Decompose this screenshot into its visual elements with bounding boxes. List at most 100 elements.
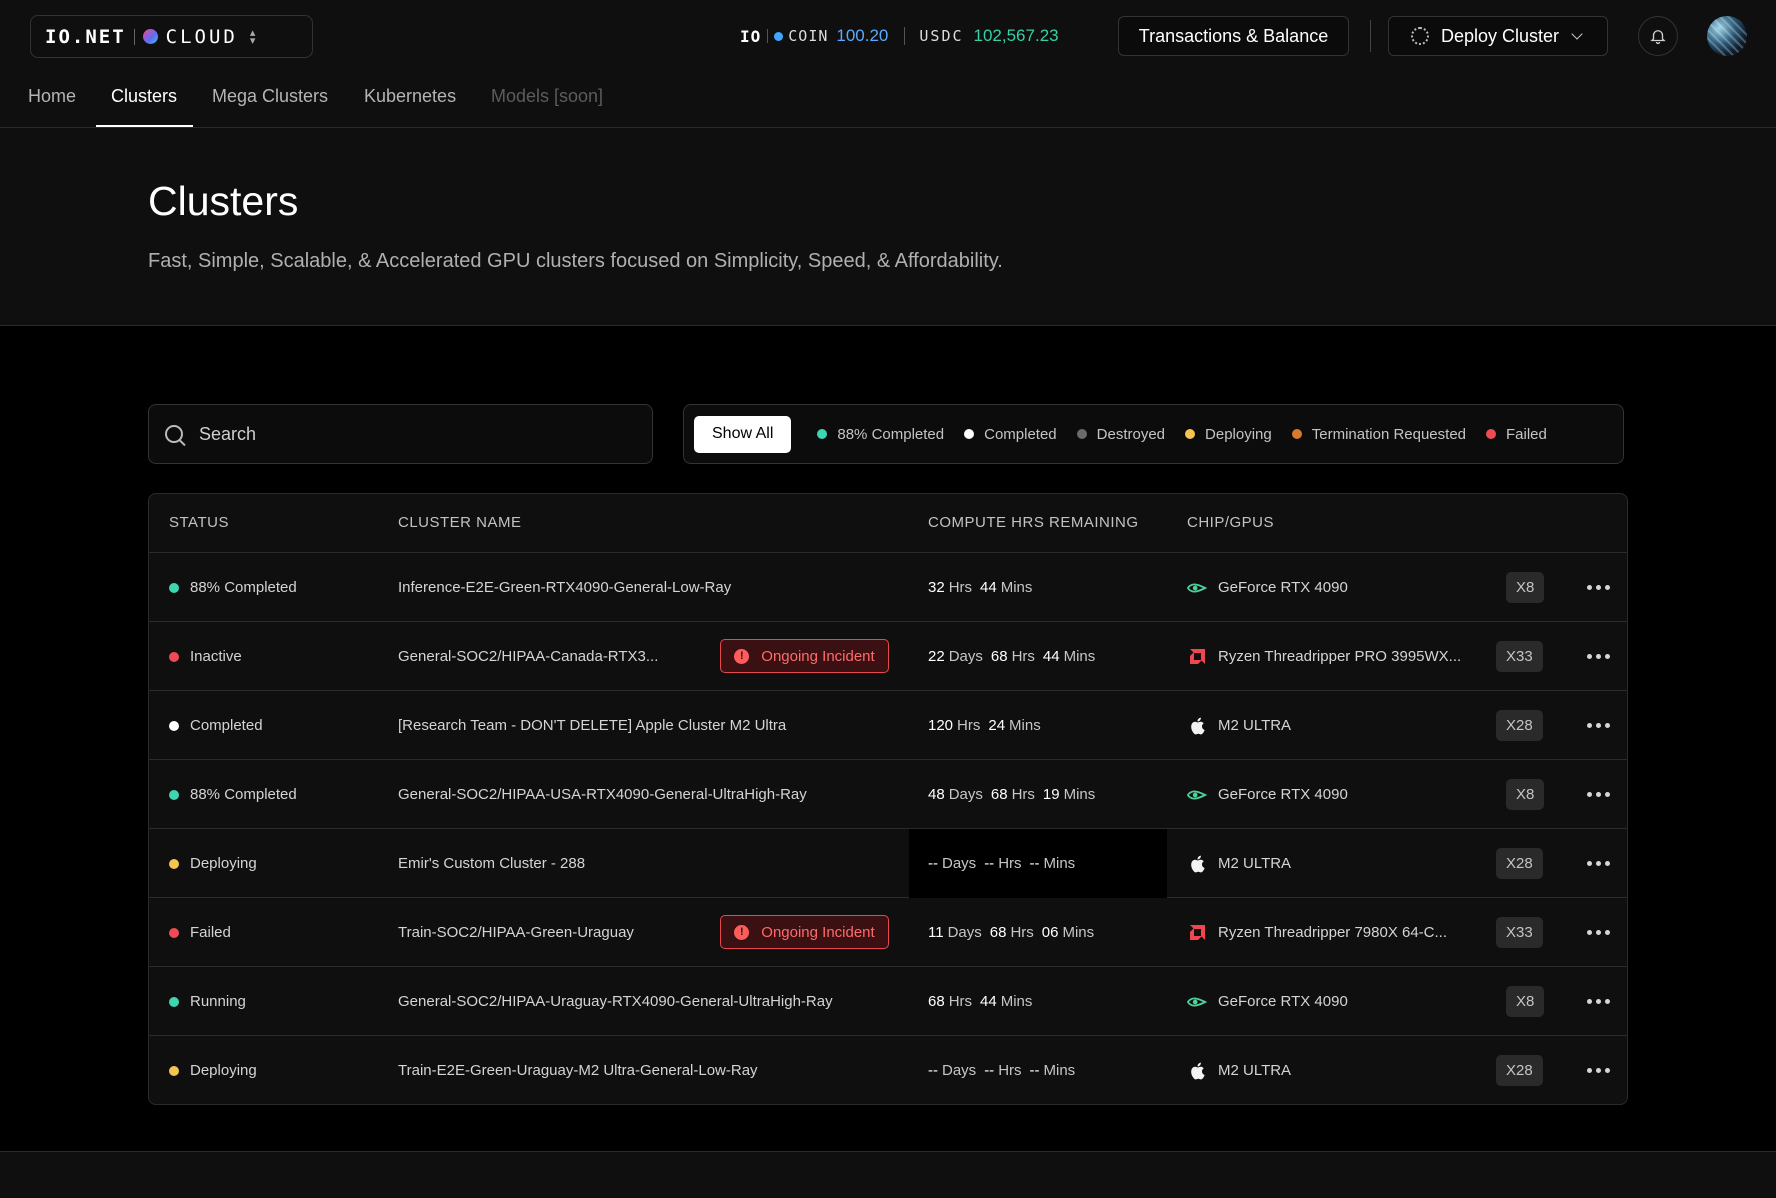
row-actions-more-icon[interactable] — [1587, 1036, 1610, 1104]
dot — [1596, 654, 1601, 659]
alert-icon: ! — [734, 924, 750, 940]
dot — [1605, 1068, 1610, 1073]
cluster-name[interactable]: General-SOC2/HIPAA-Uraguay-RTX4090-Gener… — [398, 967, 833, 1036]
chip-cell: GeForce RTX 4090 — [1187, 967, 1348, 1036]
table-row[interactable]: Deploying Emir's Custom Cluster - 288 --… — [149, 829, 1627, 898]
status-label: 88% Completed — [190, 786, 297, 803]
cluster-name[interactable]: Train-SOC2/HIPAA-Green-Uraguay — [398, 898, 634, 967]
ongoing-incident-badge[interactable]: ! Ongoing Incident — [720, 915, 889, 949]
filter-completed[interactable]: Completed — [964, 426, 1057, 443]
coin-divider — [767, 29, 769, 43]
dot — [1587, 930, 1592, 935]
search-input[interactable] — [199, 423, 619, 445]
filter-show-all[interactable]: Show All — [694, 415, 792, 453]
brand-divider — [133, 28, 135, 45]
compute-remaining: 32 Hrs 44 Mins — [928, 553, 1040, 622]
dot — [1596, 930, 1601, 935]
row-actions-more-icon[interactable] — [1587, 829, 1610, 898]
table-row[interactable]: Deploying Train-E2E-Green-Uraguay-M2 Ult… — [149, 1036, 1627, 1104]
cluster-name[interactable]: Train-E2E-Green-Uraguay-M2 Ultra-General… — [398, 1036, 758, 1104]
coin-icon — [774, 31, 784, 41]
gpu-count-badge: X33 — [1496, 641, 1543, 672]
status-dot — [169, 1065, 179, 1076]
row-actions-more-icon[interactable] — [1587, 967, 1610, 1036]
compute-value: 68 — [990, 648, 1008, 665]
compute-value: -- — [928, 1062, 938, 1079]
balance-divider — [904, 27, 906, 45]
status-filter-bar: Show All 88% Completed Completed Destroy… — [683, 404, 1624, 464]
notifications-button[interactable] — [1638, 16, 1678, 56]
status-label: Completed — [190, 717, 263, 734]
row-actions-more-icon[interactable] — [1587, 898, 1610, 967]
bell-icon — [1650, 30, 1666, 45]
chip-name: GeForce RTX 4090 — [1218, 579, 1348, 596]
cluster-name[interactable]: Emir's Custom Cluster - 288 — [398, 829, 585, 898]
balances: IO COIN 100.20 USDC 102,567.23 — [740, 23, 1059, 49]
row-actions-more-icon[interactable] — [1587, 622, 1610, 691]
nav-mega-clusters[interactable]: Mega Clusters — [212, 86, 328, 128]
nav-kubernetes[interactable]: Kubernetes — [364, 86, 456, 128]
footer — [0, 1151, 1776, 1198]
chip-name: GeForce RTX 4090 — [1218, 993, 1348, 1010]
filter-failed[interactable]: Failed — [1486, 426, 1547, 443]
filter-88-completed[interactable]: 88% Completed — [817, 426, 944, 443]
search-box[interactable] — [148, 404, 653, 464]
product-switcher[interactable]: IO.NET CLOUD ▴ ▾ — [30, 15, 313, 58]
compute-unit: Hrs — [998, 855, 1022, 872]
compute-value: 44 — [1042, 648, 1060, 665]
nvidia-icon — [1187, 787, 1207, 803]
cluster-name[interactable]: [Research Team - DON'T DELETE] Apple Clu… — [398, 691, 786, 760]
dot — [1596, 723, 1601, 728]
table-row[interactable]: Completed [Research Team - DON'T DELETE]… — [149, 691, 1627, 760]
table-row[interactable]: Inactive General-SOC2/HIPAA-Canada-RTX3.… — [149, 622, 1627, 691]
table-row[interactable]: Failed Train-SOC2/HIPAA-Green-Uraguay ! O… — [149, 898, 1627, 967]
filter-termination-requested[interactable]: Termination Requested — [1291, 426, 1466, 443]
ongoing-incident-badge[interactable]: ! Ongoing Incident — [720, 639, 889, 673]
status-cell: 88% Completed — [169, 760, 297, 829]
compute-unit: Mins — [1043, 1062, 1076, 1079]
brand-logo: IO.NET — [45, 25, 126, 48]
chip-name: M2 ULTRA — [1218, 717, 1292, 734]
dot — [1605, 861, 1610, 866]
status-dot — [817, 429, 828, 439]
cluster-name[interactable]: General-SOC2/HIPAA-Canada-RTX3... — [398, 622, 658, 691]
dot — [1596, 999, 1601, 1004]
table-row[interactable]: Running General-SOC2/HIPAA-Uraguay-RTX40… — [149, 967, 1627, 1036]
dot — [1605, 930, 1610, 935]
status-cell: Completed — [169, 691, 263, 760]
compute-remaining: 11 Days 68 Hrs 06 Mins — [928, 898, 1102, 967]
compute-value: 68 — [989, 924, 1007, 941]
usdc-label: USDC — [919, 27, 964, 45]
compute-unit: Mins — [1043, 855, 1076, 872]
table-row[interactable]: 88% Completed General-SOC2/HIPAA-USA-RTX… — [149, 760, 1627, 829]
status-dot — [1486, 429, 1497, 439]
compute-remaining: 120 Hrs 24 Mins — [928, 691, 1049, 760]
dot — [1605, 654, 1610, 659]
compute-value: 22 — [928, 648, 945, 665]
dot — [1596, 1068, 1601, 1073]
deploy-cluster-button[interactable]: Deploy Cluster — [1388, 16, 1608, 56]
transactions-balance-button[interactable]: Transactions & Balance — [1118, 16, 1349, 56]
nav-home[interactable]: Home — [28, 86, 76, 128]
cluster-name[interactable]: Inference-E2E-Green-RTX4090-General-Low-… — [398, 553, 731, 622]
row-actions-more-icon[interactable] — [1587, 760, 1610, 829]
status-dot — [1291, 429, 1302, 439]
user-avatar[interactable] — [1707, 16, 1747, 56]
filter-deploying[interactable]: Deploying — [1185, 426, 1272, 443]
cluster-name[interactable]: General-SOC2/HIPAA-USA-RTX4090-General-U… — [398, 760, 807, 829]
filter-destroyed[interactable]: Destroyed — [1076, 426, 1165, 443]
gpu-count-badge: X28 — [1496, 710, 1543, 741]
row-actions-more-icon[interactable] — [1587, 553, 1610, 622]
row-actions-more-icon[interactable] — [1587, 691, 1610, 760]
chip-cell: Ryzen Threadripper PRO 3995WX... — [1187, 622, 1461, 691]
status-cell: Deploying — [169, 829, 257, 898]
column-header-status: STATUS — [169, 514, 229, 531]
page-subtitle: Fast, Simple, Scalable, & Accelerated GP… — [148, 250, 1003, 272]
nav-clusters[interactable]: Clusters — [111, 86, 177, 128]
compute-value: 68 — [990, 786, 1008, 803]
chip-cell: Ryzen Threadripper 7980X 64-C... — [1187, 898, 1447, 967]
apple-icon — [1187, 855, 1207, 872]
status-cell: Inactive — [169, 622, 242, 691]
apple-icon — [1187, 717, 1207, 734]
table-row[interactable]: 88% Completed Inference-E2E-Green-RTX409… — [149, 553, 1627, 622]
